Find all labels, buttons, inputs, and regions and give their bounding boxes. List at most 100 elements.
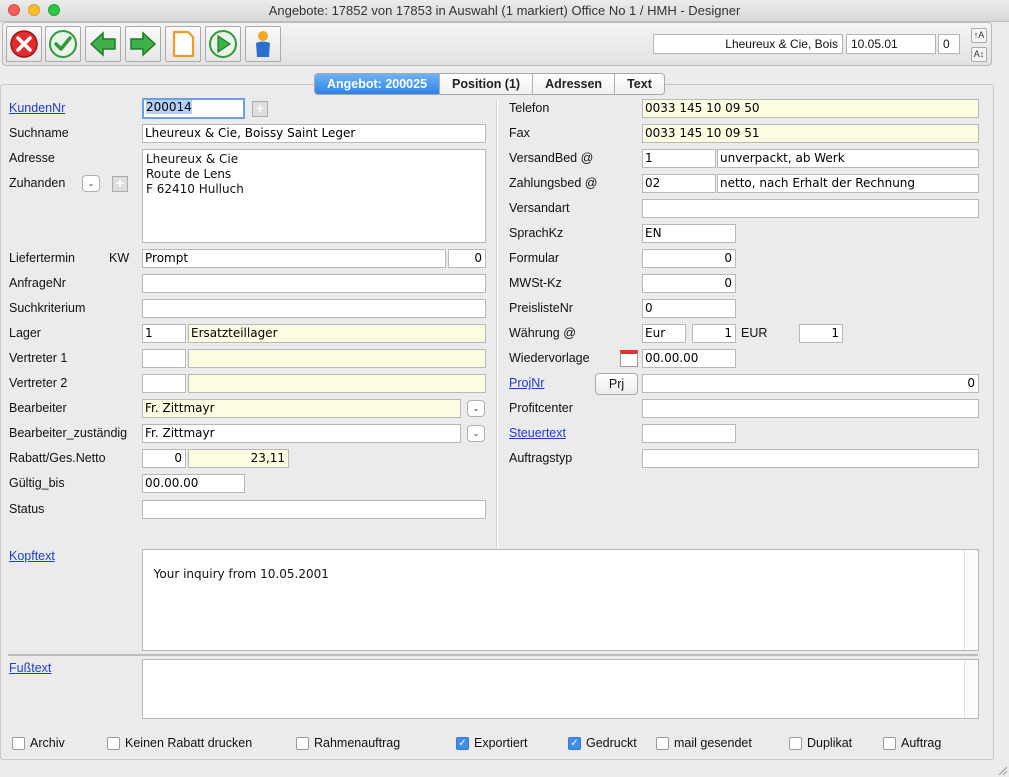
eur-label: EUR: [741, 326, 768, 340]
resize-grip-icon[interactable]: [997, 765, 1007, 775]
next-record-button[interactable]: [125, 26, 161, 62]
exportiert-checkbox[interactable]: ✓: [456, 737, 469, 750]
previous-record-button[interactable]: [85, 26, 121, 62]
lager-name-field: Ersatzteillager: [188, 324, 486, 343]
suchkriterium-field[interactable]: [142, 299, 486, 318]
window-minimize-button[interactable]: [28, 4, 40, 16]
profitcenter-field[interactable]: [642, 399, 979, 418]
toolbar: Lheureux & Cie, Bois 10.05.01 0 ↑A A↕: [2, 22, 992, 66]
adresse-label: Adresse: [9, 151, 55, 165]
anfragenr-field[interactable]: [142, 274, 486, 293]
fusstext-scrollbar[interactable]: [964, 660, 978, 718]
versandart-label: Versandart: [509, 201, 570, 215]
tab-bar: Angebot: 200025 Position (1) Adressen Te…: [314, 73, 665, 95]
auftrag-label: Auftrag: [901, 736, 942, 750]
preislistenr-field[interactable]: 0: [642, 299, 736, 318]
zahlungsbed-label: Zahlungsbed @: [509, 176, 598, 190]
projnr-field[interactable]: 0: [642, 374, 979, 393]
calendar-icon[interactable]: [620, 350, 638, 367]
kopftext-scrollbar[interactable]: [964, 550, 978, 650]
waehrung-code-field[interactable]: Eur: [642, 324, 686, 343]
tab-text[interactable]: Text: [615, 74, 664, 94]
projnr-link[interactable]: ProjNr: [509, 376, 544, 390]
rahmenauftrag-checkbox[interactable]: [296, 737, 309, 750]
zuhanden-add-button[interactable]: +: [112, 176, 128, 192]
waehrung-factor-field[interactable]: 1: [692, 324, 736, 343]
keinen-rabatt-label: Keinen Rabatt drucken: [125, 736, 253, 750]
tab-adressen[interactable]: Adressen: [533, 74, 616, 94]
bearbeiter-label: Bearbeiter: [9, 401, 67, 415]
zahlungsbed-nr-field[interactable]: 02: [642, 174, 716, 193]
versandart-field[interactable]: [642, 199, 979, 218]
formular-field[interactable]: 0: [642, 249, 736, 268]
duplikat-checkbox[interactable]: [789, 737, 802, 750]
rabatt-label: Rabatt/Ges.Netto: [9, 451, 106, 465]
telefon-field[interactable]: 0033 145 10 09 50: [642, 99, 979, 118]
gedruckt-checkbox[interactable]: ✓: [568, 737, 581, 750]
kundennr-field[interactable]: 200014: [142, 98, 245, 119]
rabatt-field[interactable]: 0: [142, 449, 186, 468]
waehrung-label: Währung @: [509, 326, 576, 340]
keinen-rabatt-checkbox[interactable]: [107, 737, 120, 750]
mail-gesendet-checkbox[interactable]: [656, 737, 669, 750]
formular-label: Formular: [509, 251, 560, 265]
lager-nr-field[interactable]: 1: [142, 324, 186, 343]
kw-field[interactable]: 0: [448, 249, 486, 268]
bearbeiter-zustaendig-field[interactable]: Fr. Zittmayr: [142, 424, 461, 443]
window-close-button[interactable]: [8, 4, 20, 16]
checkmark-icon: [49, 30, 77, 58]
liefertermin-field[interactable]: Prompt: [142, 249, 446, 268]
vertreter1-nr-field[interactable]: [142, 349, 186, 368]
suchname-field[interactable]: Lheureux & Cie, Boissy Saint Leger: [142, 124, 486, 143]
steuertext-link[interactable]: Steuertext: [509, 426, 566, 440]
gueltig-bis-field[interactable]: 00.00.00: [142, 474, 245, 493]
bearbeiter-dropdown[interactable]: ⌄: [467, 400, 485, 417]
versandbed-nr-field[interactable]: 1: [642, 149, 716, 168]
adresse-field[interactable]: Lheureux & Cie Route de Lens F 62410 Hul…: [142, 149, 486, 243]
wiedervorlage-label: Wiedervorlage: [509, 351, 590, 365]
mwst-kz-field[interactable]: 0: [642, 274, 736, 293]
user-button[interactable]: [245, 26, 281, 62]
vertreter2-nr-field[interactable]: [142, 374, 186, 393]
font-increase-button[interactable]: ↑A: [971, 28, 987, 43]
new-document-button[interactable]: [165, 26, 201, 62]
liefertermin-label: Liefertermin: [9, 251, 75, 265]
fusstext-link[interactable]: Fußtext: [9, 661, 51, 675]
wiedervorlage-field[interactable]: 00.00.00: [642, 349, 736, 368]
text-divider: [8, 654, 978, 656]
gueltig-bis-label: Gültig_bis: [9, 476, 65, 490]
arrow-left-icon: [89, 31, 116, 57]
fusstext-field[interactable]: [142, 659, 979, 719]
zuhanden-label: Zuhanden: [9, 176, 66, 190]
steuertext-field[interactable]: [642, 424, 736, 443]
run-button[interactable]: [205, 26, 241, 62]
gesamt-netto-field: 23,11: [188, 449, 289, 468]
header-date-field[interactable]: 10.05.01: [846, 34, 936, 54]
zuhanden-dropdown[interactable]: ⌄: [82, 175, 100, 192]
tab-angebot[interactable]: Angebot: 200025: [315, 74, 441, 94]
archiv-checkbox[interactable]: [12, 737, 25, 750]
eur-field[interactable]: 1: [799, 324, 843, 343]
fax-field[interactable]: 0033 145 10 09 51: [642, 124, 979, 143]
bearbeiter-zustaendig-dropdown[interactable]: ⌄: [467, 425, 485, 442]
ok-button[interactable]: [45, 26, 81, 62]
prj-button[interactable]: Prj: [595, 373, 638, 395]
preislistenr-label: PreislisteNr: [509, 301, 573, 315]
auftrag-checkbox[interactable]: [883, 737, 896, 750]
status-field[interactable]: [142, 500, 486, 519]
kopftext-field[interactable]: Your inquiry from 10.05.2001: [142, 549, 979, 651]
auftragstyp-field[interactable]: [642, 449, 979, 468]
sprachkz-field[interactable]: EN: [642, 224, 736, 243]
bearbeiter-field[interactable]: Fr. Zittmayr: [142, 399, 461, 418]
kopftext-link[interactable]: Kopftext: [9, 549, 55, 563]
font-decrease-button[interactable]: A↕: [971, 47, 987, 62]
window-zoom-button[interactable]: [48, 4, 60, 16]
cancel-icon: [10, 30, 38, 58]
customer-name-field[interactable]: Lheureux & Cie, Bois: [653, 34, 843, 54]
kundennr-link[interactable]: KundenNr: [9, 101, 65, 115]
kundennr-add-button[interactable]: +: [252, 101, 268, 117]
header-count-field[interactable]: 0: [938, 34, 960, 54]
cancel-button[interactable]: [6, 26, 42, 62]
bearbeiter-zustaendig-label: Bearbeiter_zuständig: [9, 426, 128, 440]
tab-position[interactable]: Position (1): [440, 74, 534, 94]
